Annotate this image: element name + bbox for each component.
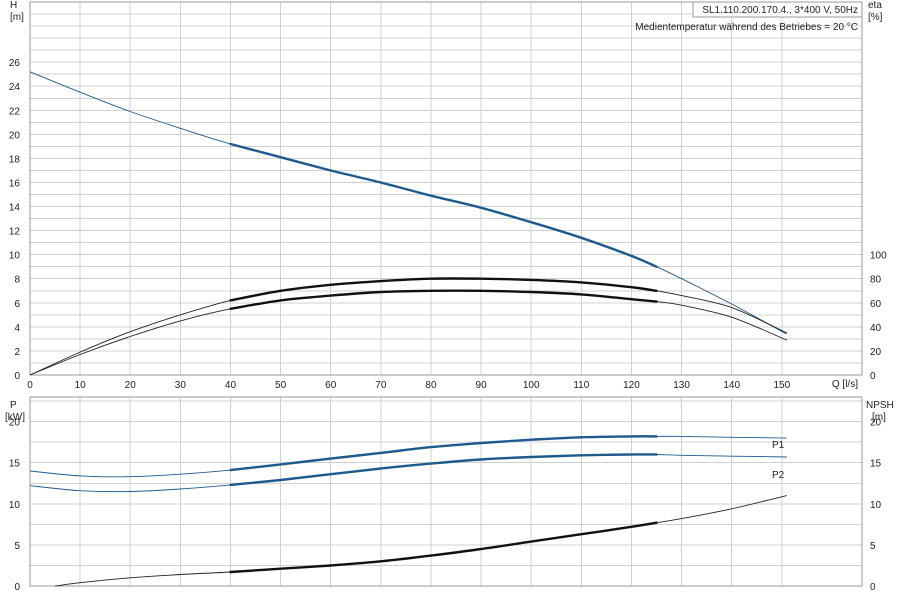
- head-tick-label: 0: [14, 371, 20, 382]
- power-axis-ticks: 05101520: [9, 418, 21, 593]
- head-tick-label: 16: [9, 178, 21, 189]
- head-tick-label: 4: [14, 323, 20, 334]
- head-axis-ticks: 02468101214161820222426: [9, 58, 21, 382]
- head-axis-label: H: [10, 0, 17, 11]
- flow-tick-label: 50: [275, 380, 287, 391]
- p1-series-label: P1: [772, 440, 785, 451]
- npsh-tick-label: 15: [870, 459, 882, 470]
- npsh-curve: [55, 495, 787, 587]
- flow-tick-label: 120: [623, 380, 640, 391]
- flow-tick-label: 0: [27, 380, 33, 391]
- eta-tick-label: 20: [870, 347, 882, 358]
- bottom-plot-frame: [29, 396, 863, 587]
- head-tick-label: 26: [9, 58, 21, 69]
- flow-tick-label: 110: [573, 380, 589, 391]
- p2-curve: [29, 453, 787, 493]
- head-tick-label: 14: [9, 203, 21, 214]
- eta-axis-label: eta: [868, 0, 882, 11]
- h-curve: [29, 71, 788, 335]
- npsh-axis-ticks: 05101520: [870, 418, 882, 593]
- head-tick-label: 2: [14, 347, 20, 358]
- eta-tick-label: 0: [870, 371, 876, 382]
- p1-operating-range: [229, 435, 658, 472]
- flow-axis-label: Q [l/s]: [832, 379, 858, 390]
- flow-axis-ticks: 0 10 20 30 40 50 60 70 80 90 100 110 120 130 140 150: [27, 380, 790, 391]
- head-tick-label: 6: [14, 299, 20, 310]
- p2-operating-range: [229, 453, 658, 487]
- medium-temperature-note: Medientemperatur während des Betriebes =…: [635, 22, 858, 33]
- head-tick-label: 12: [9, 227, 21, 238]
- npsh-tick-label: 5: [870, 541, 876, 552]
- flow-tick-label: 70: [375, 380, 387, 391]
- npsh-axis-label: NPSH: [866, 400, 894, 411]
- eta1-operating-range: [229, 277, 658, 302]
- flow-tick-label: 80: [425, 380, 437, 391]
- eta2-operating-range: [229, 289, 658, 310]
- flow-tick-label: 90: [476, 380, 488, 391]
- power-tick-label: 0: [14, 582, 20, 593]
- head-tick-label: 18: [9, 154, 21, 165]
- npsh-tick-label: 10: [870, 500, 882, 511]
- eta-axis-ticks: 0 20 40 60 80 100: [870, 251, 887, 382]
- flow-tick-label: 130: [673, 380, 690, 391]
- power-axis-unit: [kW]: [5, 412, 25, 423]
- head-efficiency-panel: 02468101214161820222426 020406080100 0 10…: [9, 0, 887, 586]
- power-axis-label: P: [10, 400, 17, 411]
- head-tick-label: 10: [9, 251, 21, 262]
- flow-tick-label: 10: [75, 380, 87, 391]
- flow-tick-label: 40: [225, 380, 237, 391]
- pump-performance-chart: 02468101214161820222426 020406080100 0 10…: [5, 0, 894, 593]
- head-tick-label: 24: [9, 82, 21, 93]
- eta-tick-label: 100: [870, 251, 887, 262]
- power-tick-label: 5: [14, 541, 20, 552]
- eta-axis-unit: [%]: [868, 12, 883, 23]
- head-axis-unit: [m]: [10, 12, 24, 23]
- top-grid: [29, 2, 862, 586]
- bottom-curves: [29, 435, 787, 587]
- h-operating-range: [229, 142, 658, 268]
- head-tick-label: 20: [9, 130, 21, 141]
- flow-tick-label: 100: [523, 380, 540, 391]
- bottom-grid: [30, 400, 862, 587]
- head-tick-label: 22: [9, 106, 21, 117]
- power-tick-label: 15: [9, 459, 21, 470]
- npsh-axis-unit: [m]: [872, 412, 886, 423]
- flow-tick-label: 20: [125, 380, 137, 391]
- flow-tick-label: 60: [325, 380, 337, 391]
- eta-tick-label: 80: [870, 275, 882, 286]
- p2-series-label: P2: [772, 470, 785, 481]
- eta-tick-label: 60: [870, 299, 882, 310]
- flow-tick-label: 140: [723, 380, 740, 391]
- power-tick-label: 10: [9, 500, 21, 511]
- model-designation: SL1.110.200.170.4., 3*400 V, 50Hz: [702, 5, 858, 16]
- eta-tick-label: 40: [870, 323, 882, 334]
- npsh-tick-label: 0: [870, 582, 876, 593]
- top-curves: [29, 71, 788, 376]
- flow-tick-label: 150: [773, 380, 790, 391]
- head-tick-label: 8: [14, 275, 20, 286]
- flow-tick-label: 30: [175, 380, 187, 391]
- npsh-operating-range: [229, 521, 658, 574]
- power-npsh-panel: 05101520 05101520 P [kW] NPSH [m] P1 P2: [5, 396, 894, 593]
